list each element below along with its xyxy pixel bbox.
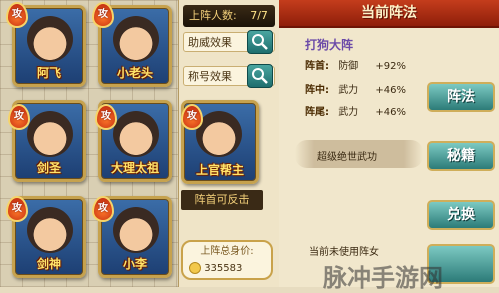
stat-attribute: 防御 — [338, 61, 359, 72]
title-effect-label: 称号效果 — [188, 70, 232, 83]
total-value-label: 上阵总身价: — [200, 246, 254, 257]
counter-attack-text: 阵首可反击 — [194, 193, 250, 206]
attack-badge-icon: 攻 — [92, 196, 114, 222]
attack-badge-icon: 攻 — [95, 104, 117, 130]
team-count-value: 7/7 — [250, 9, 268, 22]
secret-manual-button[interactable]: 秘籍 — [427, 141, 495, 171]
attack-badge-icon: 攻 — [8, 104, 30, 130]
attack-badge-icon: 攻 — [181, 104, 203, 130]
stat-attribute: 武力 — [338, 85, 359, 96]
stat-attribute: 武力 — [338, 107, 359, 118]
attack-badge-icon: 攻 — [92, 2, 114, 28]
stat-position: 阵中: — [305, 85, 329, 96]
stat-position: 阵尾: — [305, 107, 329, 118]
formation-name: 打狗大阵 — [305, 38, 354, 52]
stat-value: +92% — [375, 61, 406, 72]
skill-name: 超级绝世武功 — [317, 152, 377, 163]
hero-name: 剑神 — [36, 257, 61, 271]
total-value-line: 335583 — [189, 262, 242, 274]
total-value-box: 上阵总身价: 335583 — [181, 240, 273, 280]
hero-name: 小老头 — [116, 66, 153, 80]
footer-hint: 当前未使用阵女 — [309, 247, 379, 258]
formation-board: 阿飞 攻 小老头 攻 剑圣 攻 大理太祖 攻 剑神 攻 小李 攻 — [0, 0, 178, 287]
exchange-button[interactable]: 兑换 — [427, 200, 495, 230]
hero-portrait — [113, 207, 159, 253]
hero-portrait — [113, 111, 159, 157]
team-count: 上阵人数: 7/7 — [183, 5, 275, 27]
stat-value: +46% — [375, 85, 406, 96]
team-count-label: 上阵人数: — [189, 9, 237, 22]
formation-stat-front: 阵首: 防御 +92% — [305, 57, 406, 72]
assist-effect-search-button[interactable] — [247, 30, 273, 54]
hero-name: 小李 — [122, 257, 147, 271]
total-value: 335583 — [204, 263, 243, 274]
hero-name: 上官帮主 — [195, 163, 244, 177]
counter-attack-label: 阵首可反击 — [181, 190, 263, 210]
hero-portrait — [27, 111, 73, 157]
team-info-panel: 上阵人数: 7/7 助威效果 称号效果 上官帮主 攻 阵首可反击 上阵总身价: … — [178, 0, 281, 287]
coin-icon — [189, 262, 201, 274]
formation-panel: 当前阵法 打狗大阵 阵首: 防御 +92% 阵中: 武力 +46% 阵尾: 武力… — [279, 0, 499, 292]
magnifier-icon — [252, 68, 268, 84]
hero-name: 大理太祖 — [110, 161, 159, 175]
title-effect-search-button[interactable] — [247, 64, 273, 88]
hero-name: 阿飞 — [36, 66, 61, 80]
attack-badge-icon: 攻 — [6, 2, 28, 28]
hero-portrait — [113, 16, 159, 62]
hero-portrait — [27, 16, 73, 62]
formation-stat-rear: 阵尾: 武力 +46% — [305, 103, 406, 118]
attack-badge-icon: 攻 — [6, 196, 28, 222]
watermark: 脉冲手游网 — [323, 264, 443, 292]
formation-stat-middle: 阵中: 武力 +46% — [305, 81, 406, 96]
panel-title: 当前阵法 — [279, 0, 499, 28]
formation-button[interactable]: 阵法 — [427, 82, 495, 112]
hero-name: 剑圣 — [36, 161, 61, 175]
magnifier-icon — [252, 34, 268, 50]
stat-value: +46% — [375, 107, 406, 118]
assist-effect-label: 助威效果 — [188, 36, 232, 49]
stat-position: 阵首: — [305, 61, 329, 72]
hero-portrait — [27, 207, 73, 253]
